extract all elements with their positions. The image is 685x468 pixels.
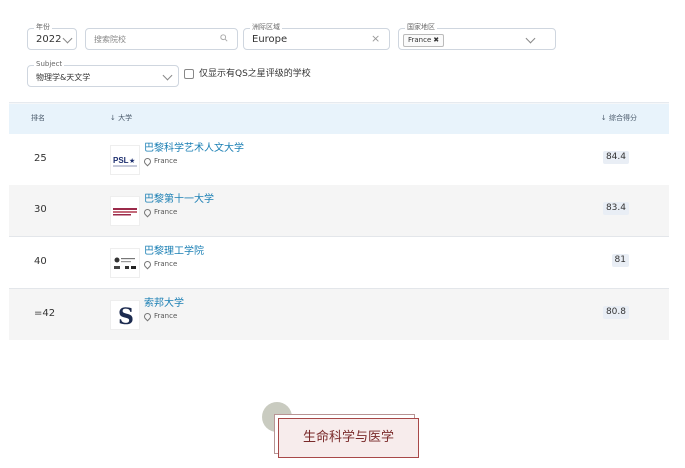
year-legend: 年份 [34,23,52,31]
rankings-panel: 年份 2022 搜索院校 洲际区域 Europe × 国家地区 France ✖ … [9,10,669,340]
score-header[interactable]: ↓ 综合得分 [601,114,637,123]
paris-sud-logo [110,196,140,226]
country-label: France [142,259,178,269]
rank-cell: 25 [34,153,47,164]
location-pin-icon [142,259,153,269]
country-label: France [142,156,178,166]
country-chip[interactable]: France ✖ [403,34,445,47]
search-icon [220,34,228,42]
svg-text:★: ★ [129,157,135,165]
location-pin-icon [142,207,153,217]
rank-header[interactable]: 排名 [31,114,45,123]
svg-text:PSL: PSL [113,156,129,165]
region-value: Europe [252,34,288,45]
university-name-link[interactable]: 巴黎科学艺术人文大学 [144,143,244,155]
university-name-link[interactable]: 索邦大学 [144,298,184,310]
search-input[interactable]: 搜索院校 [85,28,238,50]
year-select[interactable]: 年份 2022 [27,23,77,50]
country-text: France [154,157,178,165]
country-text: France [154,208,178,216]
location-pin-icon [142,311,153,321]
rank-cell: 30 [34,204,47,215]
table-header: 排名 ↓ 大学 ↓ 综合得分 [9,104,669,135]
country-chip-label: France [408,36,432,44]
rank-cell: 40 [34,256,47,267]
chevron-down-icon [162,70,173,81]
subject-value: 物理学&天文学 [36,73,91,82]
region-select[interactable]: 洲际区域 Europe × [243,23,390,50]
table-row[interactable]: 25 PSL ★ 巴黎科学艺术人文大学 France 84.4 [9,134,669,186]
qs-stars-checkbox[interactable] [184,69,194,79]
score-cell: 84.4 [602,151,629,164]
location-pin-icon [142,156,153,166]
chip-remove-icon[interactable]: ✖ [433,36,439,44]
country-text: France [154,312,178,320]
svg-text:S: S [118,304,134,329]
university-name-link[interactable]: 巴黎第十一大学 [144,194,214,206]
score-cell: 83.4 [602,202,629,215]
subject-select[interactable]: Subject 物理学&天文学 [27,60,179,87]
table-row[interactable]: 30 巴黎第十一大学 France 83.4 [9,185,669,237]
country-legend: 国家地区 [405,23,437,31]
category-card-life-sciences[interactable]: 生命科学与医学 [278,418,419,458]
country-label: France [142,207,178,217]
country-label: France [142,311,178,321]
region-legend: 洲际区域 [250,23,282,31]
chevron-down-icon [525,33,536,44]
table-row[interactable]: 40 巴黎理工学院 France 81 [9,237,669,289]
rank-cell: =42 [34,308,56,319]
chevron-down-icon [62,33,73,44]
sorbonne-logo: S [110,300,140,330]
year-value: 2022 [36,34,62,45]
country-select[interactable]: 国家地区 France ✖ [398,23,556,50]
psl-logo: PSL ★ [110,145,140,175]
table-row[interactable]: =42 S 索邦大学 France 80.8 [9,289,669,340]
qs-stars-label: 仅显示有QS之星评级的学校 [199,69,311,79]
subject-legend: Subject [34,60,65,68]
polytechnique-logo [110,248,140,278]
clear-icon[interactable]: × [371,32,380,46]
score-cell: 81 [611,254,629,267]
score-cell: 80.8 [602,306,629,319]
university-header[interactable]: ↓ 大学 [110,114,132,123]
university-name-link[interactable]: 巴黎理工学院 [144,246,204,258]
search-placeholder: 搜索院校 [94,35,126,44]
filter-bar: 年份 2022 搜索院校 洲际区域 Europe × 国家地区 France ✖ … [9,10,669,103]
country-text: France [154,260,178,268]
